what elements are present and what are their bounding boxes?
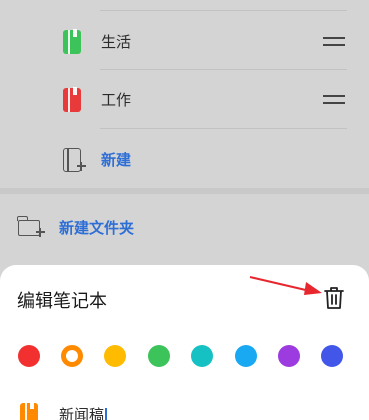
section-separator <box>0 188 369 194</box>
notebook-label: 生活 <box>101 33 132 51</box>
new-folder-label: 新建文件夹 <box>59 219 135 237</box>
sheet-title: 编辑笔记本 <box>17 291 107 312</box>
notebook-icon <box>20 402 38 420</box>
notebook-name-input[interactable]: 新闻稿 <box>59 404 107 420</box>
new-folder-icon <box>17 216 45 237</box>
notebook-item-life[interactable]: 生活 <box>0 12 369 70</box>
color-option-red[interactable] <box>18 345 40 367</box>
color-option-green[interactable] <box>148 345 170 367</box>
notebook-item-work[interactable]: 工作 <box>0 70 369 128</box>
color-option-orange-selected[interactable] <box>61 345 83 367</box>
notebook-icon <box>63 87 81 112</box>
notebook-icon <box>63 29 81 54</box>
notebook-label: 工作 <box>101 91 132 109</box>
color-option-yellow[interactable] <box>104 345 126 367</box>
color-picker <box>0 341 369 371</box>
new-notebook-button[interactable]: 新建 <box>0 132 369 188</box>
trash-icon[interactable] <box>323 285 345 311</box>
text-cursor <box>105 407 107 420</box>
red-arrow-annotation <box>249 276 322 295</box>
divider <box>100 10 347 11</box>
notebook-name-field[interactable]: 新闻稿 <box>0 398 369 420</box>
divider <box>100 128 347 129</box>
drag-handle-icon[interactable] <box>323 95 345 104</box>
new-notebook-icon <box>63 148 86 172</box>
color-option-purple[interactable] <box>278 345 300 367</box>
color-option-teal[interactable] <box>191 345 213 367</box>
new-folder-button[interactable]: 新建文件夹 <box>0 198 369 256</box>
drag-handle-icon[interactable] <box>323 37 345 46</box>
new-notebook-label: 新建 <box>101 151 132 169</box>
color-option-sky[interactable] <box>235 345 257 367</box>
color-option-blue[interactable] <box>321 345 343 367</box>
notebook-list-background: 生活 工作 新建 新建文件夹 <box>0 0 369 280</box>
